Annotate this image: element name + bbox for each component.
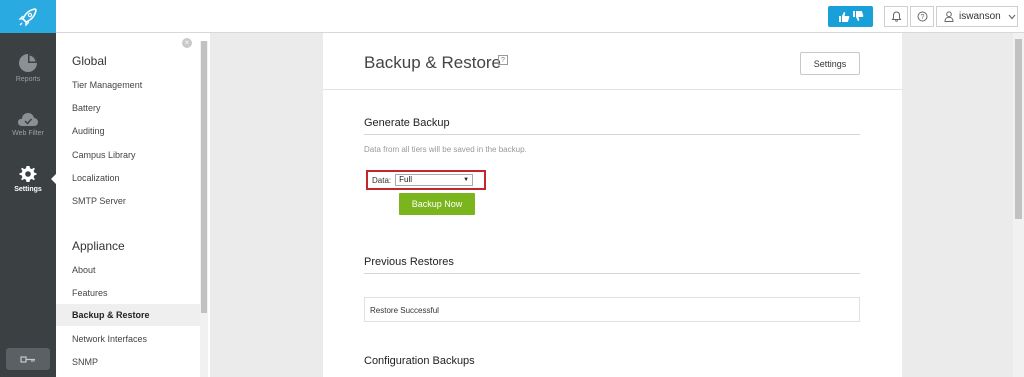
main-nav: Reports Web Filter Settings — [0, 33, 57, 377]
username-label: iswanson — [959, 11, 1001, 22]
section-divider — [364, 134, 860, 135]
svg-text:?: ? — [920, 14, 924, 21]
submenu-item-tier-management[interactable]: Tier Management — [72, 80, 142, 90]
submenu-scrollbar[interactable] — [200, 41, 208, 377]
section-divider — [364, 273, 860, 274]
nav-item-settings[interactable]: Settings — [0, 165, 56, 193]
page-scrollbar-thumb[interactable] — [1015, 39, 1022, 219]
top-bar: ? iswanson — [0, 0, 1024, 33]
collapse-nav-button[interactable] — [6, 348, 50, 370]
submenu-heading-global: Global — [72, 54, 107, 68]
submenu-item-localization[interactable]: Localization — [72, 173, 120, 183]
close-submenu-icon[interactable]: × — [182, 38, 192, 48]
feedback-thumbs-button[interactable] — [828, 6, 873, 27]
help-icon[interactable]: ? — [498, 55, 508, 65]
pie-chart-icon — [19, 54, 37, 72]
submenu-scrollbar-thumb[interactable] — [201, 41, 207, 313]
settings-button[interactable]: Settings — [800, 52, 860, 75]
submenu-item-smtp-server[interactable]: SMTP Server — [72, 196, 126, 206]
notifications-button[interactable] — [884, 6, 908, 27]
submenu-heading-appliance: Appliance — [72, 239, 125, 253]
submenu-item-backup-restore[interactable]: Backup & Restore — [56, 304, 200, 326]
cloud-icon — [18, 113, 38, 126]
submenu-item-about[interactable]: About — [72, 265, 96, 275]
generate-backup-description: Data from all tiers will be saved in the… — [364, 145, 527, 154]
rocket-logo-icon[interactable] — [0, 0, 56, 33]
settings-submenu: × Global Tier Management Battery Auditin… — [56, 33, 210, 377]
panel-header: Backup & Restore ? Settings — [323, 33, 902, 90]
data-type-select[interactable]: Full ▼ — [395, 174, 474, 186]
nav-label-reports: Reports — [15, 76, 41, 83]
thumbs-down-icon — [852, 11, 863, 21]
submenu-item-auditing[interactable]: Auditing — [72, 126, 105, 136]
user-icon — [944, 11, 954, 22]
user-menu[interactable]: iswanson — [936, 6, 1018, 27]
chevron-down-icon — [1008, 14, 1016, 19]
submenu-item-backup-restore-label: Backup & Restore — [72, 310, 150, 320]
nav-label-settings: Settings — [14, 186, 42, 193]
page-scrollbar[interactable] — [1013, 33, 1024, 377]
select-arrow-icon: ▼ — [463, 177, 470, 183]
bell-icon — [891, 11, 901, 22]
data-type-value: Full — [399, 175, 413, 184]
nav-label-web-filter: Web Filter — [12, 130, 44, 137]
submenu-item-battery[interactable]: Battery — [72, 103, 101, 113]
question-circle-icon: ? — [917, 11, 927, 22]
submenu-item-campus-library[interactable]: Campus Library — [72, 150, 136, 160]
gear-icon — [19, 166, 37, 182]
data-type-field: Data: Full ▼ — [366, 170, 486, 190]
submenu-item-snmp[interactable]: SNMP — [72, 357, 98, 367]
content-panel: Backup & Restore ? Settings Generate Bac… — [323, 33, 902, 377]
restore-status-text: Restore Successful — [370, 306, 439, 315]
nav-item-web-filter[interactable]: Web Filter — [0, 111, 56, 137]
submenu-item-features[interactable]: Features — [72, 288, 108, 298]
page-title: Backup & Restore — [364, 53, 502, 72]
help-button[interactable]: ? — [910, 6, 934, 27]
submenu-item-network-interfaces[interactable]: Network Interfaces — [72, 334, 147, 344]
list-item: Restore Successful — [364, 297, 860, 322]
previous-restores-heading: Previous Restores — [364, 256, 454, 268]
nav-item-reports[interactable]: Reports — [0, 53, 56, 83]
thumbs-up-icon — [838, 12, 849, 22]
generate-backup-heading: Generate Backup — [364, 117, 450, 129]
data-type-label: Data: — [372, 175, 392, 185]
backup-now-button[interactable]: Backup Now — [399, 193, 475, 215]
key-icon — [20, 355, 35, 363]
configuration-backups-heading: Configuration Backups — [364, 355, 475, 367]
